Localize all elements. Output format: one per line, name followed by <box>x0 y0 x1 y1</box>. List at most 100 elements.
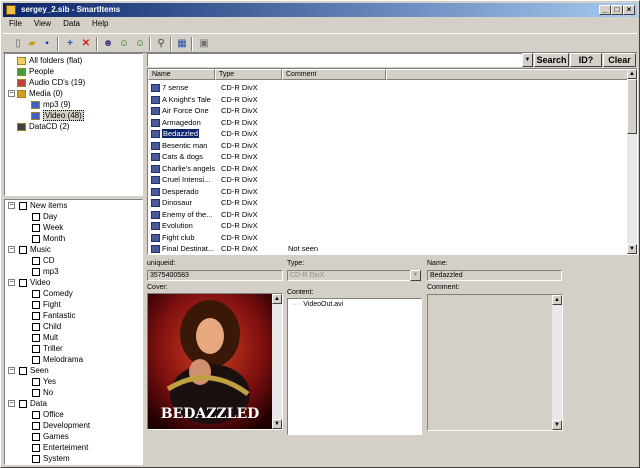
list-row[interactable]: 7 sense CD-R DivX <box>150 82 628 94</box>
scroll-down-icon[interactable]: ▼ <box>552 420 562 430</box>
item-list[interactable]: Name Type Comment 7 sense CD-R DivX A Knig… <box>147 68 638 255</box>
filter-item[interactable]: Development <box>32 420 90 431</box>
filter-checkbox[interactable] <box>19 201 27 210</box>
menu-data[interactable]: Data <box>57 17 86 30</box>
filter-item[interactable]: Comedy <box>32 288 73 299</box>
collapse-icon[interactable]: − <box>8 279 15 286</box>
filter-item[interactable]: Fight <box>32 299 61 310</box>
filter-checkbox[interactable] <box>32 388 40 397</box>
add-group-icon[interactable]: ☺ <box>133 37 147 50</box>
filter-checkbox[interactable] <box>32 454 40 463</box>
column-header-comment[interactable]: Comment <box>282 69 386 80</box>
scroll-up-icon[interactable]: ▲ <box>272 294 282 304</box>
filter-item[interactable]: Day <box>32 211 57 222</box>
filter-item[interactable]: Seen <box>19 365 49 376</box>
filter-checkbox[interactable] <box>19 278 27 287</box>
list-row[interactable]: Cruel Intensi... CD-R DivX <box>150 174 628 186</box>
add-person-icon[interactable]: ☺ <box>117 37 131 50</box>
find-icon[interactable]: ⚲ <box>154 37 168 50</box>
filter-checkbox[interactable] <box>32 234 40 243</box>
name-field[interactable]: Bedazzled <box>427 270 562 281</box>
type-dropdown-icon[interactable]: ▼ <box>410 270 421 281</box>
list-row[interactable]: Desperado CD-R DivX <box>150 186 628 198</box>
list-row[interactable]: Charlie's angels CD-R DivX <box>150 163 628 175</box>
search-dropdown-button[interactable]: ▼ <box>522 53 533 67</box>
add-icon[interactable]: + <box>63 37 77 50</box>
filter-checkbox[interactable] <box>32 377 40 386</box>
comment-textarea[interactable]: ▲ ▼ <box>427 294 563 431</box>
view-list-icon[interactable]: ▦ <box>175 37 189 50</box>
collapse-icon[interactable]: − <box>8 90 15 97</box>
filter-item[interactable]: Enterteiment <box>32 442 88 453</box>
filter-tree[interactable]: − New items Day Week Month − Music CD mp3 − Video C… <box>4 199 143 465</box>
export-icon[interactable]: ▣ <box>197 37 211 50</box>
folder-tree-item[interactable]: Video (48) <box>31 110 84 121</box>
open-folder-icon[interactable]: ▰ <box>25 37 39 50</box>
collapse-icon[interactable]: − <box>8 202 15 209</box>
filter-item[interactable]: Yes <box>32 376 56 387</box>
filter-checkbox[interactable] <box>32 355 40 364</box>
list-row[interactable]: Fight club CD-R DivX <box>150 232 628 244</box>
filter-item[interactable]: No <box>32 387 53 398</box>
filter-checkbox[interactable] <box>32 300 40 309</box>
filter-checkbox[interactable] <box>32 267 40 276</box>
filter-checkbox[interactable] <box>32 289 40 298</box>
list-row[interactable]: Final Destinat... CD-R DivX Not seen <box>150 243 628 254</box>
maximize-button[interactable]: □ <box>611 5 623 15</box>
filter-item[interactable]: Data <box>19 398 47 409</box>
filter-checkbox[interactable] <box>32 344 40 353</box>
collapse-icon[interactable]: − <box>8 367 15 374</box>
scroll-down-icon[interactable]: ▼ <box>272 419 282 429</box>
column-header-type[interactable]: Type <box>215 69 282 80</box>
filter-item[interactable]: System <box>32 453 70 464</box>
content-item[interactable]: ···· VideoOut.avi <box>292 301 343 308</box>
folder-tree-item[interactable]: Media (0) <box>17 88 63 99</box>
filter-checkbox[interactable] <box>32 322 40 331</box>
menu-view[interactable]: View <box>28 17 57 30</box>
list-row[interactable]: Enemy of the... CD-R DivX <box>150 209 628 221</box>
filter-checkbox[interactable] <box>19 366 27 375</box>
filter-item[interactable]: Month <box>32 233 65 244</box>
menu-help[interactable]: Help <box>86 17 114 30</box>
filter-item[interactable]: New items <box>19 200 67 211</box>
list-row[interactable]: Besentic man CD-R DivX <box>150 140 628 152</box>
filter-checkbox[interactable] <box>32 421 40 430</box>
filter-item[interactable]: Mult <box>32 332 58 343</box>
list-row[interactable]: Air Force One CD-R DivX <box>150 105 628 117</box>
filter-checkbox[interactable] <box>19 399 27 408</box>
content-tree[interactable]: ···· VideoOut.avi <box>287 298 422 435</box>
folder-tree[interactable]: All folders (flat) People Audio CD's (19) M… <box>4 53 143 196</box>
menu-file[interactable]: File <box>3 17 28 30</box>
type-select[interactable]: CD-R DivX <box>287 270 421 281</box>
collapse-icon[interactable]: − <box>8 246 15 253</box>
scroll-down-icon[interactable]: ▼ <box>627 244 637 254</box>
search-input[interactable] <box>147 53 533 67</box>
new-file-icon[interactable]: ▯ <box>11 37 25 50</box>
delete-icon[interactable]: ✕ <box>79 37 93 50</box>
filter-checkbox[interactable] <box>32 443 40 452</box>
comment-scrollbar[interactable]: ▲ ▼ <box>552 295 562 430</box>
filter-checkbox[interactable] <box>32 256 40 265</box>
filter-item[interactable]: Video <box>19 277 50 288</box>
filter-checkbox[interactable] <box>32 223 40 232</box>
filter-item[interactable]: Fantastic <box>32 310 75 321</box>
column-header-name[interactable]: Name <box>148 69 215 80</box>
search-button[interactable]: Search <box>534 53 569 67</box>
filter-checkbox[interactable] <box>32 432 40 441</box>
list-row[interactable]: Evolution CD-R DivX <box>150 220 628 232</box>
folder-tree-item[interactable]: All folders (flat) <box>17 55 82 66</box>
scroll-up-icon[interactable]: ▲ <box>627 69 637 79</box>
filter-item[interactable]: Triller <box>32 343 63 354</box>
scroll-up-icon[interactable]: ▲ <box>552 295 562 305</box>
id-button[interactable]: ID? <box>570 53 602 67</box>
folder-tree-item[interactable]: DataCD (2) <box>17 121 69 132</box>
filter-item[interactable]: Melodrama <box>32 354 83 365</box>
list-row[interactable]: Cats & dogs CD-R DivX <box>150 151 628 163</box>
filter-item[interactable]: Games <box>32 431 69 442</box>
filter-checkbox[interactable] <box>32 311 40 320</box>
list-scrollbar[interactable]: ▲ ▼ <box>627 69 637 254</box>
filter-checkbox[interactable] <box>32 333 40 342</box>
list-row[interactable]: Dinosaur CD-R DivX <box>150 197 628 209</box>
folder-tree-item[interactable]: People <box>17 66 54 77</box>
collapse-icon[interactable]: − <box>8 400 15 407</box>
